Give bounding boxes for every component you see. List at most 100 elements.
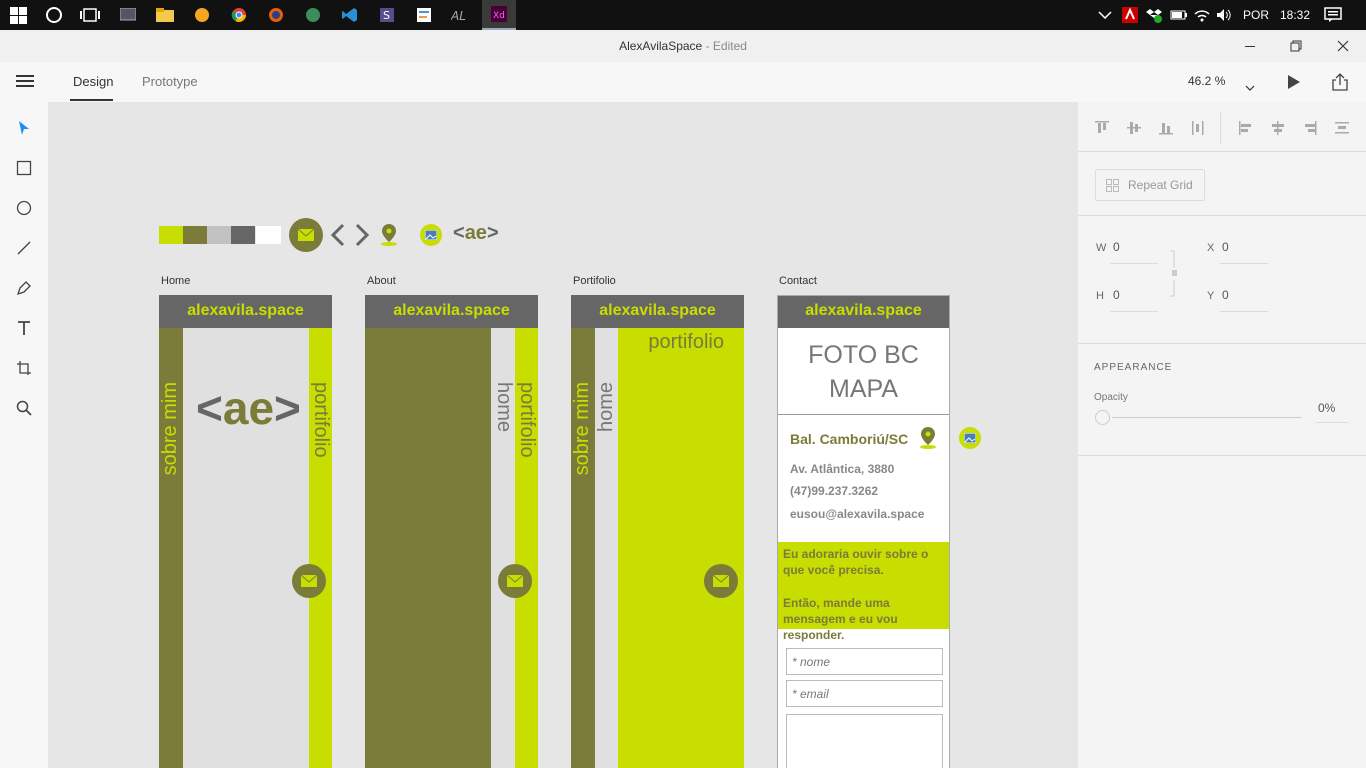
ellipse-tool-icon[interactable] [14, 198, 34, 218]
opacity-value[interactable]: 0% [1318, 401, 1335, 415]
appearance-heading: APPEARANCE [1094, 362, 1173, 373]
nav-home[interactable]: home [595, 382, 619, 432]
tab-prototype[interactable]: Prototype [142, 74, 198, 89]
mail-button[interactable] [292, 564, 326, 598]
opacity-input-underline [1316, 422, 1348, 423]
tools-sidebar [0, 102, 48, 768]
tab-design[interactable]: Design [73, 74, 113, 89]
lock-aspect-icon[interactable] [1168, 250, 1178, 303]
nav-home[interactable]: home [491, 382, 515, 432]
app-icon-s[interactable]: S [377, 5, 397, 25]
app-icon-monitor[interactable] [118, 5, 138, 25]
image-icon-asset[interactable] [959, 427, 981, 449]
vscode-icon[interactable] [340, 5, 360, 25]
zoom-tool-icon[interactable] [14, 398, 34, 418]
artboard-label-about[interactable]: About [367, 275, 396, 287]
artboard-label-contact[interactable]: Contact [779, 275, 817, 287]
color-swatch-white[interactable] [256, 226, 281, 244]
align-center-icon[interactable] [1270, 120, 1286, 141]
volume-icon[interactable] [1216, 0, 1232, 30]
nav-portifolio[interactable]: portifolio [309, 382, 332, 458]
nav-portifolio[interactable]: portifolio [515, 382, 538, 458]
color-swatch-light-gray[interactable] [207, 226, 231, 244]
code-brackets-icon[interactable] [329, 223, 371, 252]
zoom-dropdown-chevron-icon[interactable] [1245, 78, 1255, 96]
mail-button[interactable] [704, 564, 738, 598]
artboard-about[interactable]: alexavila.space home portifolio [365, 295, 538, 768]
location-pin-icon[interactable] [379, 223, 399, 252]
action-center-icon[interactable] [1324, 0, 1342, 30]
mail-button[interactable] [498, 564, 532, 598]
y-input[interactable]: 0 [1222, 288, 1229, 302]
close-button[interactable] [1320, 30, 1366, 62]
restore-button[interactable] [1273, 30, 1319, 62]
align-bottom-icon[interactable] [1158, 120, 1174, 141]
artboard-label-home[interactable]: Home [161, 275, 190, 287]
align-top-icon[interactable] [1094, 120, 1110, 141]
align-middle-icon[interactable] [1126, 120, 1142, 141]
height-input[interactable]: 0 [1113, 288, 1120, 302]
app-icon-doc[interactable] [414, 5, 434, 25]
windows-taskbar: S AL Xd POR 18:32 [0, 0, 1366, 30]
hamburger-menu-icon[interactable] [16, 74, 34, 93]
file-explorer-icon[interactable] [155, 5, 175, 25]
mail-button-asset[interactable] [289, 218, 323, 252]
antivirus-icon[interactable] [1122, 0, 1138, 30]
artboard-contact[interactable]: alexavila.space FOTO BC MAPA Bal. Cambor… [777, 295, 950, 768]
line-tool-icon[interactable] [14, 238, 34, 258]
app-icon-orange[interactable] [192, 5, 212, 25]
firefox-icon[interactable] [266, 5, 286, 25]
adobe-xd-taskbar-icon[interactable]: Xd [482, 0, 516, 30]
svg-text:S: S [383, 9, 390, 22]
opacity-slider-track[interactable] [1112, 417, 1302, 418]
color-swatch-dark-gray[interactable] [231, 226, 255, 244]
design-canvas[interactable]: <ae> Home alexavila.space sobre mim port… [48, 102, 1078, 768]
align-right-icon[interactable] [1302, 120, 1318, 141]
tab-active-underline [70, 99, 113, 101]
message-banner: Eu adoraria ouvir sobre o que você preci… [778, 542, 949, 642]
image-icon[interactable] [420, 224, 442, 246]
name-field[interactable]: * nome [786, 648, 943, 675]
minimize-button[interactable] [1227, 30, 1273, 62]
zoom-level[interactable]: 46.2 % [1188, 74, 1225, 88]
opacity-label: Opacity [1094, 392, 1128, 403]
color-swatch-lime[interactable] [159, 226, 183, 244]
repeat-grid-button[interactable]: Repeat Grid [1095, 169, 1205, 201]
logo-asset[interactable]: <ae> [453, 222, 499, 245]
email-field[interactable]: * email [786, 680, 943, 707]
x-input[interactable]: 0 [1222, 240, 1229, 254]
artboard-label-portifolio[interactable]: Portifolio [573, 275, 616, 287]
opacity-slider-thumb[interactable] [1095, 410, 1110, 425]
align-left-icon[interactable] [1238, 120, 1254, 141]
artboard-tool-icon[interactable] [14, 358, 34, 378]
site-header: alexavila.space [778, 296, 949, 328]
windows-start-icon[interactable] [8, 5, 28, 25]
clock[interactable]: 18:32 [1280, 0, 1310, 30]
app-icon-green[interactable] [303, 5, 323, 25]
task-view-icon[interactable] [80, 5, 100, 25]
text-tool-icon[interactable] [14, 318, 34, 338]
pen-tool-icon[interactable] [14, 278, 34, 298]
play-preview-icon[interactable] [1287, 74, 1301, 95]
artboard-portifolio[interactable]: alexavila.space sobre mim home portifoli… [571, 295, 744, 768]
rectangle-tool-icon[interactable] [14, 158, 34, 178]
distribute-vertical-icon[interactable] [1334, 120, 1350, 141]
nav-sobre-mim[interactable]: sobre mim [159, 382, 183, 475]
chrome-icon[interactable] [229, 5, 249, 25]
chevron-up-icon[interactable] [1098, 0, 1112, 30]
distribute-horizontal-icon[interactable] [1190, 120, 1206, 141]
dropbox-icon[interactable] [1146, 0, 1162, 30]
select-tool-icon[interactable] [14, 118, 34, 138]
contact-email: eusou@alexavila.space [790, 507, 925, 521]
color-swatch-olive[interactable] [183, 226, 207, 244]
message-textarea[interactable] [786, 714, 943, 768]
language-indicator[interactable]: POR [1243, 0, 1269, 30]
width-input[interactable]: 0 [1113, 240, 1120, 254]
battery-icon[interactable] [1170, 0, 1188, 30]
wifi-icon[interactable] [1194, 0, 1210, 30]
artboard-home[interactable]: alexavila.space sobre mim portifolio <ae… [159, 295, 332, 768]
app-icon-al[interactable]: AL [451, 5, 471, 25]
cortana-icon[interactable] [44, 5, 64, 25]
share-icon[interactable] [1331, 73, 1349, 96]
nav-sobre-mim[interactable]: sobre mim [571, 382, 595, 475]
